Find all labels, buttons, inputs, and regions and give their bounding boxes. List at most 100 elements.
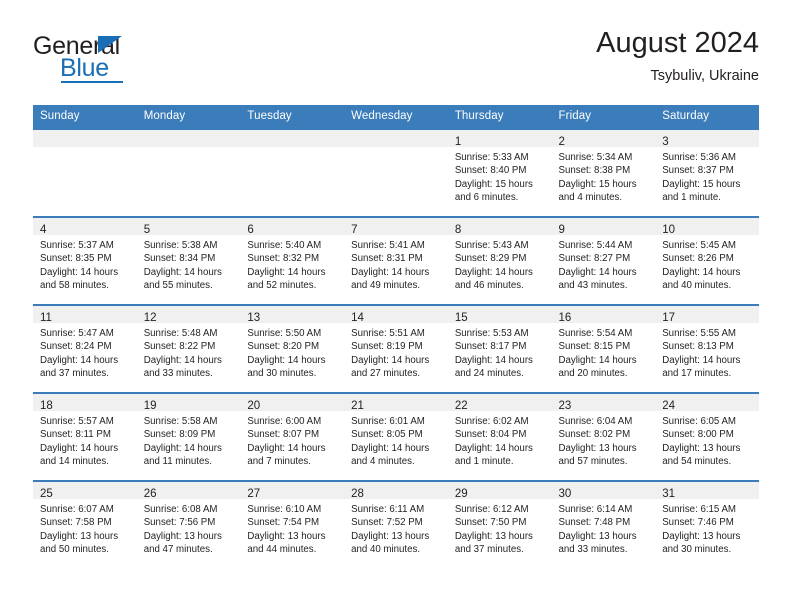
calendar-grid: Sunday Monday Tuesday Wednesday Thursday…: [33, 105, 759, 569]
calendar-day-cell[interactable]: 26 Sunrise: 6:08 AM Sunset: 7:56 PM Dayligh…: [136, 480, 241, 569]
daylight-text-line1: Daylight: 13 hours: [143, 530, 222, 542]
sunset-text: Sunset: 8:07 PM: [247, 429, 320, 441]
daylight-text-line2: and 47 minutes.: [143, 543, 213, 555]
calendar-day-cell[interactable]: 21 Sunrise: 6:01 AM Sunset: 8:05 PM Dayligh…: [344, 392, 448, 481]
calendar-day-cell[interactable]: 1 Sunrise: 5:33 AM Sunset: 8:40 PM Daylight…: [447, 128, 552, 217]
day-number-band: 21: [344, 394, 448, 412]
day-cell-inner: 1 Sunrise: 5:33 AM Sunset: 8:40 PM Daylight…: [447, 130, 552, 216]
daylight-text-line2: and 57 minutes.: [558, 455, 628, 467]
page-title: August 2024: [596, 27, 759, 59]
daylight-text-line1: Daylight: 14 hours: [143, 354, 222, 366]
day-cell-details: Sunrise: 5:51 AM Sunset: 8:19 PM Daylight:…: [344, 323, 448, 380]
sunrise-text: Sunrise: 6:12 AM: [454, 504, 529, 515]
sunrise-text: Sunrise: 5:33 AM: [454, 152, 529, 163]
daylight-text-line2: and 11 minutes.: [143, 455, 212, 467]
day-cell-inner: 29 Sunrise: 6:12 AM Sunset: 7:50 PM Dayligh…: [447, 482, 552, 569]
daylight-text-line2: and 49 minutes.: [351, 279, 421, 291]
calendar-day-cell[interactable]: 18 Sunrise: 5:57 AM Sunset: 8:11 PM Dayligh…: [33, 392, 137, 481]
daylight-text-line1: Daylight: 14 hours: [454, 354, 533, 366]
sunrise-text: Sunrise: 6:00 AM: [247, 416, 322, 427]
calendar-day-cell[interactable]: 8 Sunrise: 5:43 AM Sunset: 8:29 PM Daylight…: [447, 216, 552, 305]
calendar-day-cell[interactable]: 12 Sunrise: 5:48 AM Sunset: 8:22 PM Dayligh…: [136, 304, 241, 393]
daylight-text-line1: Daylight: 14 hours: [351, 354, 430, 366]
calendar-day-cell[interactable]: 28 Sunrise: 6:11 AM Sunset: 7:52 PM Dayligh…: [344, 480, 448, 569]
calendar-day-cell[interactable]: 5 Sunrise: 5:38 AM Sunset: 8:34 PM Daylight…: [136, 216, 241, 305]
day-number: 2: [558, 136, 565, 148]
day-number: 14: [351, 312, 364, 324]
title-block: August 2024 Tsybuliv, Ukraine: [596, 26, 759, 86]
day-cell-inner: 5 Sunrise: 5:38 AM Sunset: 8:34 PM Daylight…: [136, 218, 241, 304]
day-number-band: 16: [551, 306, 656, 324]
calendar-day-cell[interactable]: 9 Sunrise: 5:44 AM Sunset: 8:27 PM Daylight…: [551, 216, 656, 305]
day-cell-inner: 10 Sunrise: 5:45 AM Sunset: 8:26 PM Dayligh…: [655, 218, 759, 304]
daylight-text-line2: and 33 minutes.: [143, 367, 213, 379]
day-number: 30: [558, 488, 572, 500]
calendar-day-cell[interactable]: 23 Sunrise: 6:04 AM Sunset: 8:02 PM Dayligh…: [551, 392, 656, 481]
calendar-day-cell[interactable]: 27 Sunrise: 6:10 AM Sunset: 7:54 PM Dayligh…: [240, 480, 345, 569]
day-cell-details: Sunrise: 6:04 AM Sunset: 8:02 PM Daylight:…: [552, 411, 656, 468]
calendar-day-cell[interactable]: 10 Sunrise: 5:45 AM Sunset: 8:26 PM Dayligh…: [655, 216, 759, 305]
day-number: 10: [662, 224, 676, 236]
sunrise-text: Sunrise: 5:38 AM: [143, 240, 218, 251]
day-cell-inner: 27 Sunrise: 6:10 AM Sunset: 7:54 PM Dayligh…: [240, 482, 345, 569]
calendar-day-cell[interactable]: 17 Sunrise: 5:55 AM Sunset: 8:13 PM Dayligh…: [655, 304, 759, 393]
calendar-day-cell[interactable]: 15 Sunrise: 5:53 AM Sunset: 8:17 PM Dayligh…: [447, 304, 552, 393]
day-cell-inner: 14 Sunrise: 5:51 AM Sunset: 8:19 PM Dayligh…: [344, 306, 448, 392]
day-number: 13: [247, 312, 261, 324]
calendar-day-cell[interactable]: 29 Sunrise: 6:12 AM Sunset: 7:50 PM Dayligh…: [447, 480, 552, 569]
calendar-day-cell[interactable]: 19 Sunrise: 5:58 AM Sunset: 8:09 PM Dayligh…: [136, 392, 241, 481]
daylight-text-line2: and 17 minutes.: [662, 367, 732, 379]
calendar-day-cell[interactable]: 7 Sunrise: 5:41 AM Sunset: 8:31 PM Daylight…: [344, 216, 448, 305]
sunset-text: Sunset: 7:50 PM: [454, 517, 527, 529]
day-cell-details: Sunrise: 5:53 AM Sunset: 8:17 PM Daylight:…: [448, 323, 552, 380]
day-cell-inner: [344, 130, 448, 216]
calendar-day-cell[interactable]: 14 Sunrise: 5:51 AM Sunset: 8:19 PM Dayligh…: [344, 304, 448, 393]
daylight-text-line1: Daylight: 13 hours: [558, 442, 637, 454]
day-number-band: 2: [551, 130, 656, 148]
sunrise-text: Sunrise: 6:02 AM: [454, 416, 529, 427]
day-number-band: 14: [344, 306, 448, 324]
day-cell-details: Sunrise: 5:58 AM Sunset: 8:09 PM Daylight:…: [137, 411, 241, 468]
day-number-band: 15: [447, 306, 552, 324]
daylight-text-line1: Daylight: 14 hours: [454, 442, 533, 454]
daylight-text-line2: and 46 minutes.: [454, 279, 524, 291]
calendar-day-cell[interactable]: 16 Sunrise: 5:54 AM Sunset: 8:15 PM Dayligh…: [551, 304, 656, 393]
day-cell-details: Sunrise: 5:50 AM Sunset: 8:20 PM Daylight:…: [240, 323, 344, 380]
calendar-day-cell[interactable]: 31 Sunrise: 6:15 AM Sunset: 7:46 PM Dayligh…: [655, 480, 759, 569]
calendar-day-cell[interactable]: 13 Sunrise: 5:50 AM Sunset: 8:20 PM Dayligh…: [240, 304, 345, 393]
calendar-day-cell[interactable]: 22 Sunrise: 6:02 AM Sunset: 8:04 PM Dayligh…: [447, 392, 552, 481]
daylight-text-line1: Daylight: 14 hours: [662, 266, 741, 278]
day-number: 27: [247, 488, 261, 500]
day-cell-inner: 20 Sunrise: 6:00 AM Sunset: 8:07 PM Dayligh…: [240, 394, 345, 480]
daylight-text-line1: Daylight: 14 hours: [40, 354, 119, 366]
calendar-day-cell[interactable]: 2 Sunrise: 5:34 AM Sunset: 8:38 PM Daylight…: [551, 128, 656, 217]
day-number-band: 30: [551, 482, 656, 500]
daylight-text-line1: Daylight: 15 hours: [662, 178, 741, 190]
calendar-day-cell[interactable]: 6 Sunrise: 5:40 AM Sunset: 8:32 PM Daylight…: [240, 216, 345, 305]
day-number-band: 28: [344, 482, 448, 500]
brand-logo[interactable]: General Blue: [33, 34, 213, 90]
calendar-day-cell[interactable]: 30 Sunrise: 6:14 AM Sunset: 7:48 PM Dayligh…: [551, 480, 656, 569]
sunset-text: Sunset: 7:52 PM: [351, 517, 423, 529]
sunrise-text: Sunrise: 5:41 AM: [351, 240, 425, 251]
day-number: 29: [454, 488, 468, 500]
calendar-day-cell[interactable]: 25 Sunrise: 6:07 AM Sunset: 7:58 PM Dayligh…: [33, 480, 137, 569]
daylight-text-line1: Daylight: 14 hours: [454, 266, 533, 278]
calendar-week-row: 25 Sunrise: 6:07 AM Sunset: 7:58 PM Dayligh…: [33, 480, 759, 569]
calendar-day-cell[interactable]: 11 Sunrise: 5:47 AM Sunset: 8:24 PM Dayligh…: [33, 304, 137, 393]
sunrise-text: Sunrise: 6:11 AM: [351, 504, 425, 515]
calendar-day-cell[interactable]: 20 Sunrise: 6:00 AM Sunset: 8:07 PM Dayligh…: [240, 392, 345, 481]
daylight-text-line2: and 24 minutes.: [454, 367, 524, 379]
daylight-text-line2: and 40 minutes.: [351, 543, 421, 555]
day-cell-details: Sunrise: 5:37 AM Sunset: 8:35 PM Daylight:…: [33, 235, 137, 292]
daylight-text-line2: and 43 minutes.: [558, 279, 628, 291]
calendar-day-cell[interactable]: 24 Sunrise: 6:05 AM Sunset: 8:00 PM Dayligh…: [655, 392, 759, 481]
calendar-page: General Blue August 2024 Tsybuliv, Ukrai…: [0, 0, 792, 612]
day-cell-details: Sunrise: 5:55 AM Sunset: 8:13 PM Daylight:…: [655, 323, 759, 380]
sunset-text: Sunset: 8:31 PM: [351, 253, 423, 265]
weekday-header-wednesday: Wednesday: [344, 105, 448, 129]
daylight-text-line1: Daylight: 13 hours: [40, 530, 119, 542]
sunrise-text: Sunrise: 5:40 AM: [247, 240, 322, 251]
calendar-day-cell[interactable]: 3 Sunrise: 5:36 AM Sunset: 8:37 PM Daylight…: [655, 128, 759, 217]
calendar-day-cell[interactable]: 4 Sunrise: 5:37 AM Sunset: 8:35 PM Daylight…: [33, 216, 137, 305]
